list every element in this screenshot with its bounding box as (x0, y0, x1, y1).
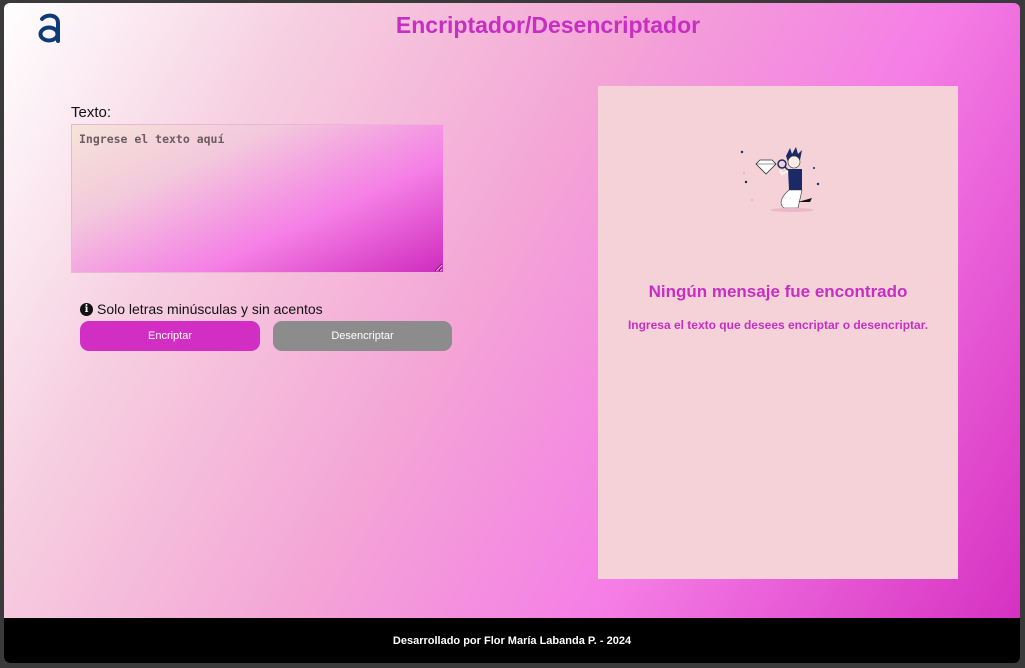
info-circle-icon: i (80, 302, 93, 316)
person-with-magnifier-illustration (740, 147, 820, 212)
hint-text: Solo letras minúsculas y sin acentos (97, 301, 323, 317)
page-title: Encriptador/Desencriptador (395, 12, 701, 38)
output-panel: Ningún mensaje fue encontrado Ingresa el… (598, 86, 958, 579)
empty-state-title: Ningún mensaje fue encontrado (648, 282, 908, 301)
decrypt-button[interactable]: Desencriptar (273, 321, 452, 351)
footer: Desarrollado por Flor María Labanda P. -… (4, 618, 1020, 663)
encrypt-button[interactable]: Encriptar (80, 321, 260, 351)
footer-text: Desarrollado por Flor María Labanda P. -… (392, 634, 632, 647)
text-input[interactable] (71, 124, 444, 273)
hint-message: i Solo letras minúsculas y sin acentos (80, 301, 323, 317)
text-label: Texto: (71, 104, 112, 121)
app-window: Encriptador/Desencriptador Texto: i Solo… (4, 3, 1020, 663)
empty-state-subtitle: Ingresa el texto que desees encriptar o … (627, 318, 929, 332)
